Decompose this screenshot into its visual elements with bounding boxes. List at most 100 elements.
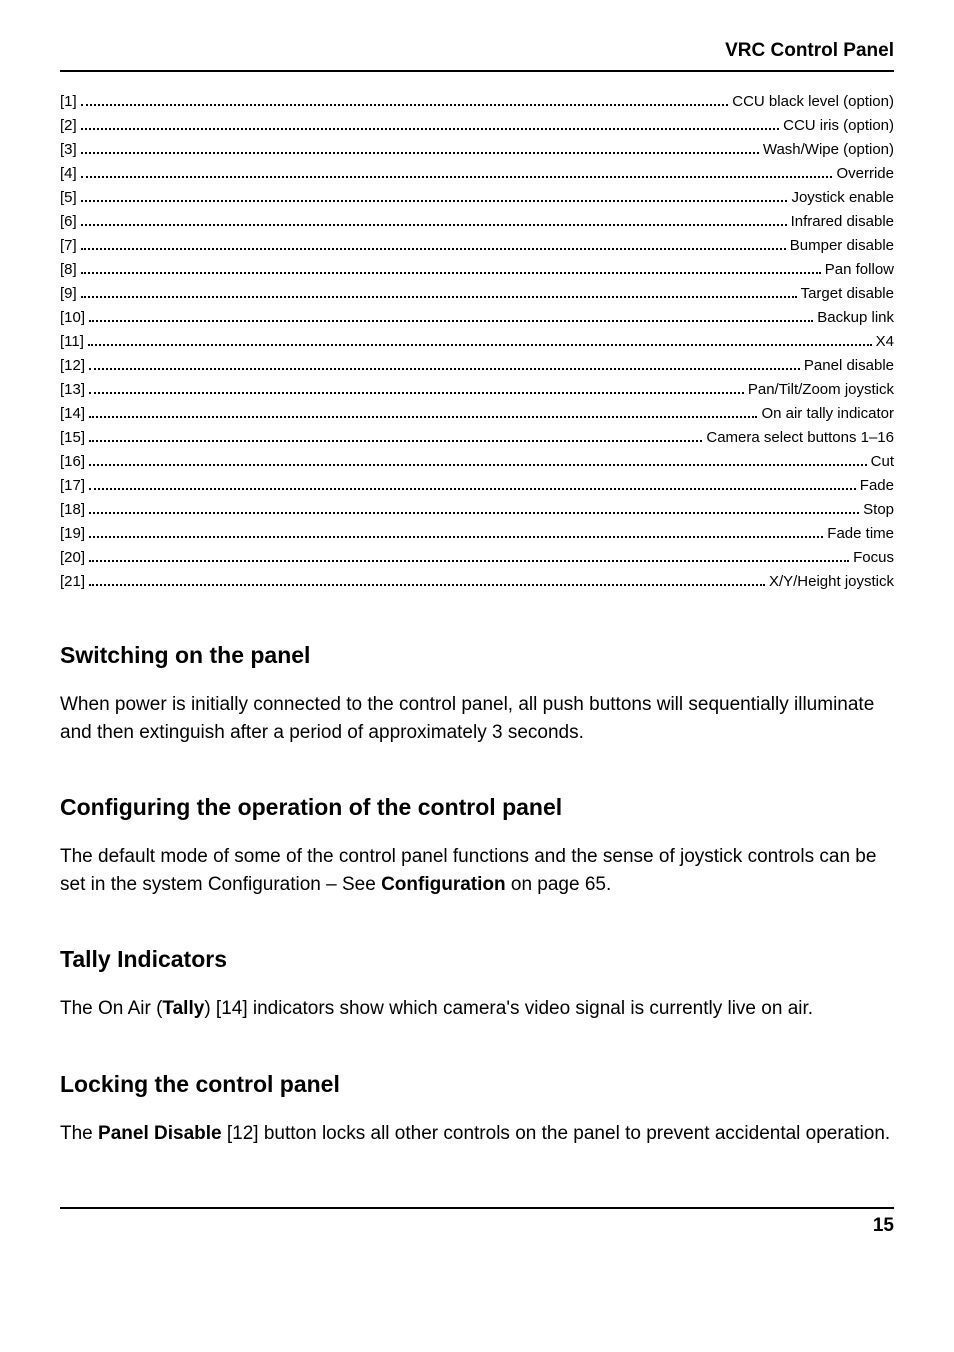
toc-leader-dots	[81, 93, 729, 107]
toc-row: [2] CCU iris (option)	[60, 114, 894, 138]
toc-row: [20]Focus	[60, 546, 894, 570]
toc-label: Fade	[860, 474, 894, 498]
toc-num: [6]	[60, 210, 77, 234]
toc-label: On air tally indicator	[761, 402, 894, 426]
body-locking: The Panel Disable [12] button locks all …	[60, 1120, 894, 1148]
toc-num: [1]	[60, 90, 77, 114]
toc-row: [9] Target disable	[60, 282, 894, 306]
toc-leader-dots	[81, 237, 786, 251]
toc-leader-dots	[89, 573, 765, 587]
toc-num: [12]	[60, 354, 85, 378]
toc-label: Stop	[863, 498, 894, 522]
toc-num: [19]	[60, 522, 85, 546]
toc-leader-dots	[89, 501, 859, 515]
toc-leader-dots	[81, 189, 788, 203]
header-rule	[60, 70, 894, 72]
text: The On Air (	[60, 998, 162, 1019]
text-bold: Configuration	[381, 874, 506, 895]
toc-label: CCU black level (option)	[732, 90, 894, 114]
toc-row: [7]Bumper disable	[60, 234, 894, 258]
toc-num: [10]	[60, 306, 85, 330]
text: ) [14] indicators show which camera's vi…	[204, 998, 813, 1019]
text-bold: Panel Disable	[98, 1123, 222, 1144]
footer-rule	[60, 1207, 894, 1209]
toc-row: [13] Pan/Tilt/Zoom joystick	[60, 378, 894, 402]
toc-num: [13]	[60, 378, 85, 402]
toc-leader-dots	[89, 429, 702, 443]
text: [12] button locks all other controls on …	[222, 1123, 891, 1144]
toc-leader-dots	[81, 141, 759, 155]
toc-label: X4	[876, 330, 894, 354]
toc-leader-dots	[88, 333, 872, 347]
toc-num: [9]	[60, 282, 77, 306]
toc-leader-dots	[89, 357, 800, 371]
toc-leader-dots	[89, 453, 867, 467]
toc-leader-dots	[81, 213, 787, 227]
toc-row: [4] Override	[60, 162, 894, 186]
text: on page 65.	[506, 874, 612, 895]
toc-row: [8] Pan follow	[60, 258, 894, 282]
toc-label: Fade time	[827, 522, 894, 546]
toc-row: [11] X4	[60, 330, 894, 354]
toc-label: Camera select buttons 1–16	[706, 426, 894, 450]
toc-label: Pan/Tilt/Zoom joystick	[748, 378, 894, 402]
toc-row: [21]X/Y/Height joystick	[60, 570, 894, 594]
header-title: VRC Control Panel	[60, 40, 894, 70]
body-switching: When power is initially connected to the…	[60, 691, 894, 746]
toc-label: Target disable	[801, 282, 894, 306]
toc-num: [4]	[60, 162, 77, 186]
toc-row: [5] Joystick enable	[60, 186, 894, 210]
toc-label: Override	[836, 162, 894, 186]
toc-row: [12] Panel disable	[60, 354, 894, 378]
toc-label: CCU iris (option)	[783, 114, 894, 138]
footer: 15	[60, 1207, 894, 1237]
toc-row: [10]Backup link	[60, 306, 894, 330]
toc-num: [5]	[60, 186, 77, 210]
toc-num: [17]	[60, 474, 85, 498]
heading-configuring: Configuring the operation of the control…	[60, 794, 894, 821]
page-number: 15	[60, 1215, 894, 1237]
toc-label: Joystick enable	[791, 186, 894, 210]
toc-label: Wash/Wipe (option)	[763, 138, 894, 162]
toc-label: Panel disable	[804, 354, 894, 378]
toc-list: [1] CCU black level (option) [2] CCU iris (…	[60, 90, 894, 594]
toc-leader-dots	[89, 549, 849, 563]
toc-row: [15] Camera select buttons 1–16	[60, 426, 894, 450]
toc-label: Infrared disable	[791, 210, 894, 234]
toc-num: [15]	[60, 426, 85, 450]
toc-num: [8]	[60, 258, 77, 282]
toc-row: [14] On air tally indicator	[60, 402, 894, 426]
toc-leader-dots	[81, 261, 821, 275]
toc-num: [3]	[60, 138, 77, 162]
toc-row: [16]Cut	[60, 450, 894, 474]
body-configuring: The default mode of some of the control …	[60, 843, 894, 898]
toc-label: Cut	[871, 450, 894, 474]
toc-num: [18]	[60, 498, 85, 522]
toc-label: Pan follow	[825, 258, 894, 282]
text-bold: Tally	[162, 998, 204, 1019]
toc-num: [11]	[60, 330, 84, 354]
toc-leader-dots	[89, 405, 757, 419]
heading-switching: Switching on the panel	[60, 642, 894, 669]
body-tally: The On Air (Tally) [14] indicators show …	[60, 995, 894, 1023]
toc-row: [1] CCU black level (option)	[60, 90, 894, 114]
heading-locking: Locking the control panel	[60, 1071, 894, 1098]
toc-row: [19] Fade time	[60, 522, 894, 546]
toc-leader-dots	[89, 477, 856, 491]
toc-num: [14]	[60, 402, 85, 426]
toc-row: [17] Fade	[60, 474, 894, 498]
toc-leader-dots	[89, 525, 823, 539]
toc-label: Focus	[853, 546, 894, 570]
toc-row: [6] Infrared disable	[60, 210, 894, 234]
toc-row: [18] Stop	[60, 498, 894, 522]
toc-num: [2]	[60, 114, 77, 138]
heading-tally: Tally Indicators	[60, 946, 894, 973]
toc-leader-dots	[81, 117, 779, 131]
toc-num: [7]	[60, 234, 77, 258]
toc-label: X/Y/Height joystick	[769, 570, 894, 594]
toc-row: [3] Wash/Wipe (option)	[60, 138, 894, 162]
toc-leader-dots	[81, 165, 833, 179]
toc-leader-dots	[89, 309, 813, 323]
toc-leader-dots	[81, 285, 797, 299]
toc-leader-dots	[89, 381, 744, 395]
